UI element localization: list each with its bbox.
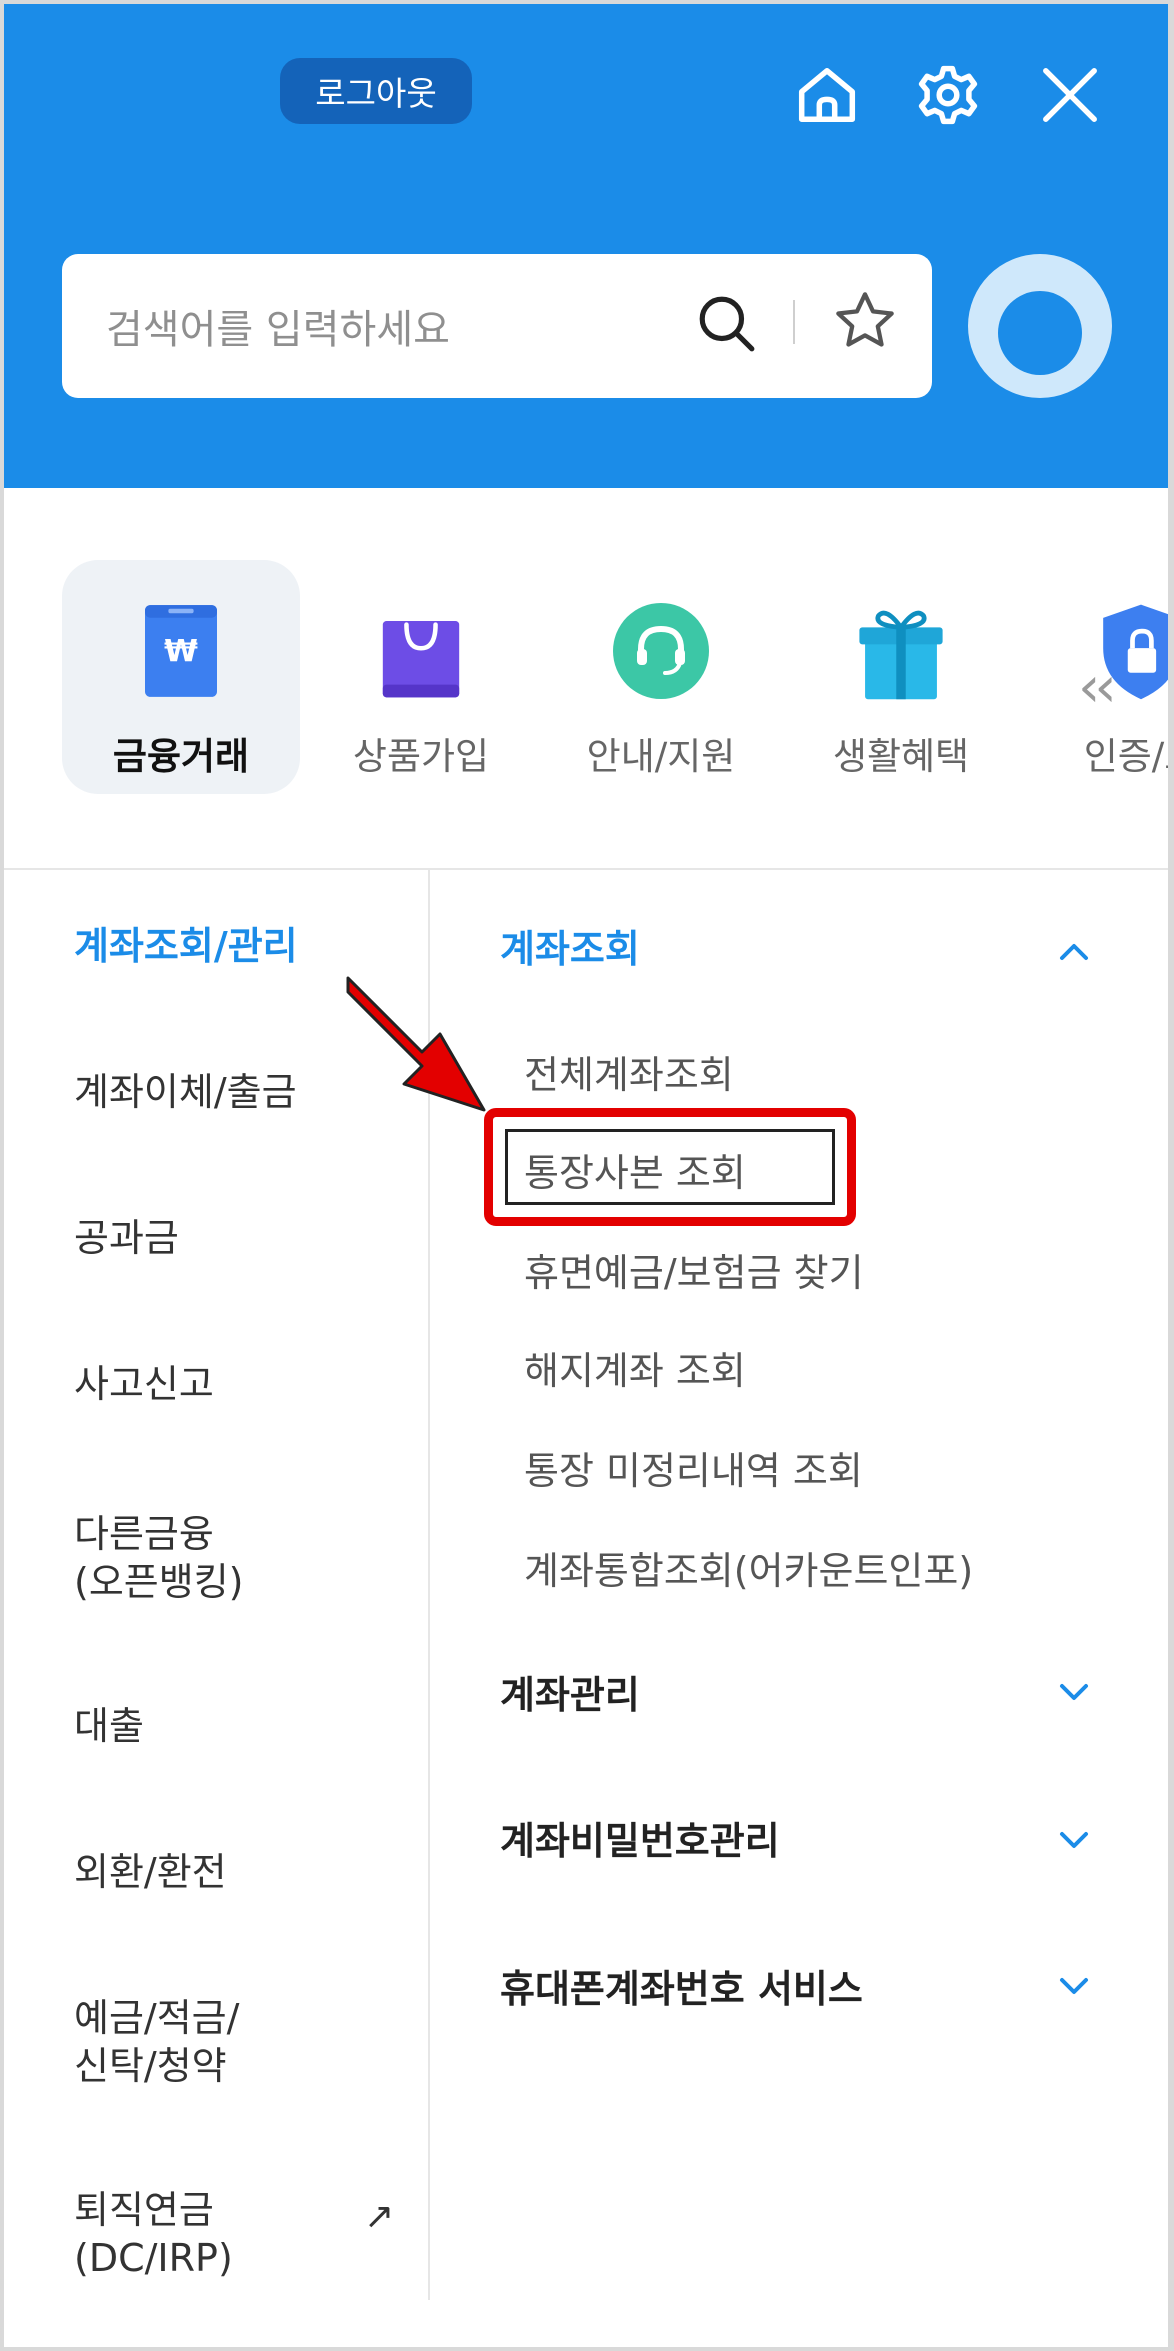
wallet-won-icon: ₩ <box>126 596 236 706</box>
menu-item-closed-accounts[interactable]: 해지계좌 조회 <box>524 1340 746 1395</box>
sidebar-item-incident-report[interactable]: 사고신고 <box>74 1360 214 1408</box>
sidebar-item-transfer[interactable]: 계좌이체/출금 <box>74 1068 297 1116</box>
close-icon[interactable] <box>1035 60 1105 130</box>
sidebar-item-deposits[interactable]: 예금/적금/ 신탁/청약 <box>74 1994 239 2090</box>
search-divider <box>793 300 795 344</box>
category-label: 안내/지원 <box>586 735 736 778</box>
menu-item-unposted-history[interactable]: 통장 미정리내역 조회 <box>524 1440 863 1495</box>
star-icon[interactable] <box>833 289 897 353</box>
home-icon[interactable] <box>792 60 862 130</box>
category-label: 인증/보 <box>1083 735 1174 778</box>
category-label: 금융거래 <box>112 735 250 778</box>
search-icon[interactable] <box>695 292 757 354</box>
section-account-inquiry[interactable]: 계좌조회 <box>500 918 640 973</box>
category-label: 상품가입 <box>352 735 490 778</box>
category-support[interactable]: 안내/지원 <box>542 560 780 794</box>
category-row: ₩ 금융거래 상품가입 안내/지원 생활혜택 인증/ <box>0 488 1174 868</box>
sidebar-item-pension[interactable]: 퇴직연금 (DC/IRP) <box>74 2186 233 2282</box>
chevron-up-icon[interactable] <box>1054 932 1094 972</box>
gift-icon <box>846 596 956 706</box>
annotation-arrow-icon <box>346 976 486 1112</box>
sidebar-item-loan[interactable]: 대출 <box>74 1702 144 1750</box>
avatar-inner <box>998 291 1082 375</box>
logout-button[interactable]: 로그아웃 <box>280 58 472 124</box>
category-label: 생활혜택 <box>832 735 970 778</box>
section-account-management[interactable]: 계좌관리 <box>500 1664 640 1719</box>
menu-item-dormant-deposits[interactable]: 휴면예금/보험금 찾기 <box>524 1242 864 1297</box>
double-chevron-left-icon[interactable]: ‹‹ <box>1078 655 1117 720</box>
section-divider <box>0 868 1174 870</box>
sidebar-item-utility-bills[interactable]: 공과금 <box>74 1214 179 1262</box>
section-account-password[interactable]: 계좌비밀번호관리 <box>500 1810 780 1865</box>
chevron-down-icon[interactable] <box>1054 1820 1094 1860</box>
chevron-down-icon[interactable] <box>1054 1966 1094 2006</box>
svg-text:₩: ₩ <box>164 634 198 669</box>
external-link-icon: ↗ <box>364 2196 395 2237</box>
menu-item-account-info[interactable]: 계좌통합조회(어카운트인포) <box>524 1540 973 1595</box>
section-phone-account-number[interactable]: 휴대폰계좌번호 서비스 <box>500 1958 863 2013</box>
menu-item-all-accounts[interactable]: 전체계좌조회 <box>524 1044 734 1099</box>
sidebar-item-account-inquiry[interactable]: 계좌조회/관리 <box>74 922 298 970</box>
category-benefits[interactable]: 생활혜택 <box>782 560 1020 794</box>
profile-avatar[interactable] <box>968 254 1112 398</box>
search-placeholder: 검색어를 입력하세요 <box>106 307 450 353</box>
shopping-bag-icon <box>366 596 476 706</box>
gear-icon[interactable] <box>913 60 983 130</box>
annotation-highlight-box <box>484 1108 856 1226</box>
header-bar: 로그아웃 검색어를 입력하세요 <box>0 0 1174 488</box>
chevron-down-icon[interactable] <box>1054 1672 1094 1712</box>
sidebar-item-foreign-exchange[interactable]: 외환/환전 <box>74 1848 227 1896</box>
category-products[interactable]: 상품가입 <box>302 560 540 794</box>
headset-icon <box>606 596 716 706</box>
search-input[interactable]: 검색어를 입력하세요 <box>62 254 932 398</box>
category-finance[interactable]: ₩ 금융거래 <box>62 560 300 794</box>
sidebar-item-open-banking[interactable]: 다른금융 (오픈뱅킹) <box>74 1510 244 1606</box>
